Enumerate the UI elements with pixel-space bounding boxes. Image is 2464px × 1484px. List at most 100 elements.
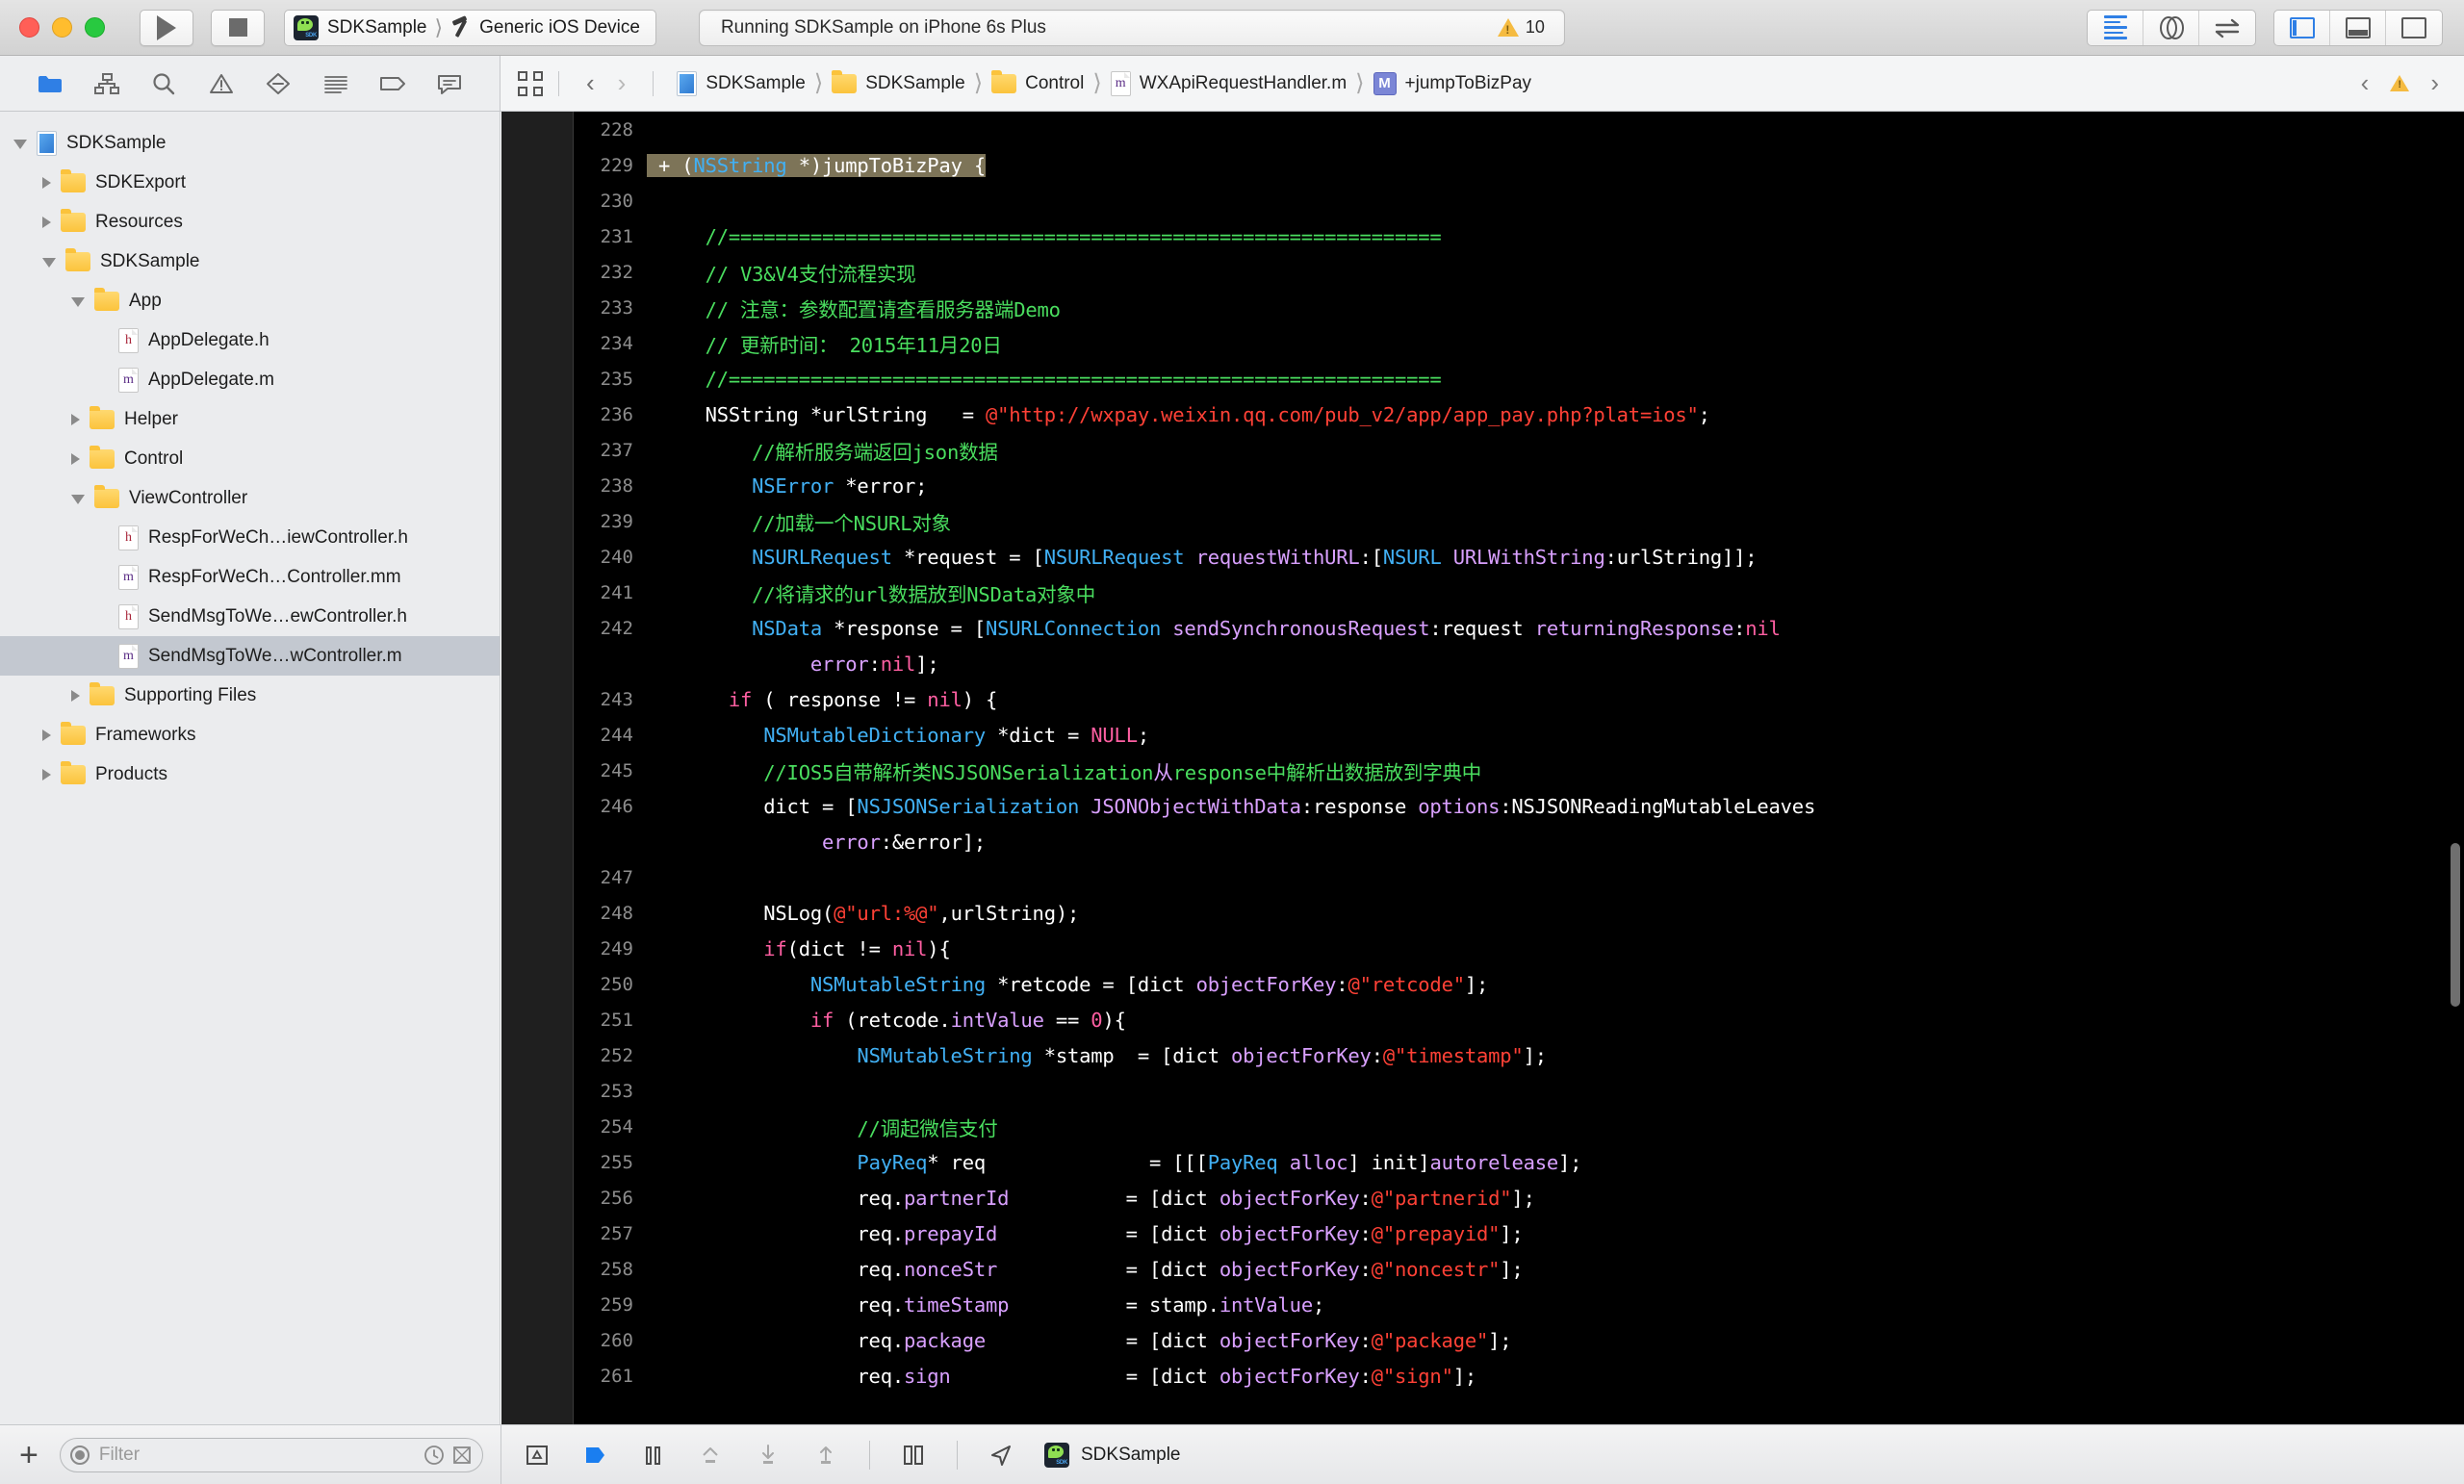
breadcrumb-item-control[interactable]: Control (991, 69, 1084, 94)
tree-row[interactable]: Resources (0, 202, 500, 242)
disclosure-triangle-icon[interactable] (71, 495, 85, 504)
navigate-forward-button[interactable]: › (606, 68, 638, 98)
code-line[interactable]: 247 (575, 859, 2464, 895)
code-line[interactable]: 248 NSLog(@"url:%@",urlString); (575, 895, 2464, 931)
code-line[interactable]: 258 req.nonceStr = [dict objectForKey:@"… (575, 1251, 2464, 1287)
tree-row[interactable]: h AppDelegate.h (0, 320, 500, 360)
navigate-back-button[interactable]: ‹ (575, 68, 606, 98)
disclosure-triangle-icon[interactable] (42, 258, 56, 268)
code-line[interactable]: 228 (575, 112, 2464, 147)
tree-row[interactable]: Supporting Files (0, 676, 500, 715)
warning-triangle-icon[interactable] (2390, 75, 2410, 91)
source-control-filter-icon[interactable] (451, 1445, 473, 1466)
tree-row[interactable]: App (0, 281, 500, 320)
code-line[interactable]: 241 //将请求的url数据放到NSData对象中 (575, 575, 2464, 610)
filter-field[interactable]: Filter (59, 1437, 483, 1472)
breadcrumb-item-project[interactable]: SDKSample (677, 70, 806, 96)
disclosure-triangle-icon[interactable] (42, 216, 51, 228)
test-navigator-icon[interactable] (262, 69, 295, 98)
code-line[interactable]: 254 //调起微信支付 (575, 1109, 2464, 1144)
tree-row[interactable]: SDKExport (0, 163, 500, 202)
next-issue-button[interactable]: › (2430, 68, 2439, 98)
breadcrumb-item-method[interactable]: M +jumpToBizPay (1373, 71, 1531, 95)
tree-row[interactable]: SDKSample (0, 123, 500, 163)
stop-button[interactable] (211, 9, 265, 46)
run-button[interactable] (140, 9, 193, 46)
code-line[interactable]: 242 NSData *response = [NSURLConnection … (575, 610, 2464, 646)
code-line[interactable]: 252 NSMutableString *stamp = [dict objec… (575, 1037, 2464, 1073)
code-line[interactable]: 240 NSURLRequest *request = [NSURLReques… (575, 539, 2464, 575)
report-navigator-icon[interactable] (433, 69, 466, 98)
scheme-selector[interactable]: SDK SDKSample ⟩ Generic iOS Device (284, 9, 656, 46)
version-editor-button[interactable] (2199, 11, 2255, 45)
close-window-button[interactable] (19, 17, 39, 38)
code-line[interactable]: 249 if(dict != nil){ (575, 931, 2464, 966)
code-line[interactable]: 231 //==================================… (575, 218, 2464, 254)
code-line[interactable]: 251 if (retcode.intValue == 0){ (575, 1002, 2464, 1037)
tree-row[interactable]: Helper (0, 399, 500, 439)
minimize-window-button[interactable] (52, 17, 72, 38)
code-line[interactable]: error:nil]; (575, 646, 2464, 681)
toggle-debug-button[interactable] (2330, 10, 2386, 45)
assistant-editor-button[interactable] (2143, 10, 2199, 45)
step-into-icon[interactable] (754, 1441, 783, 1470)
tree-row[interactable]: Control (0, 439, 500, 478)
add-file-button[interactable]: + (19, 1439, 38, 1471)
code-line[interactable]: 233 // 注意：参数配置请查看服务器端Demo (575, 290, 2464, 325)
code-line[interactable]: 260 req.package = [dict objectForKey:@"p… (575, 1322, 2464, 1358)
continue-execution-icon[interactable] (580, 1441, 609, 1470)
tree-row[interactable]: m SendMsgToWe…wController.m (0, 636, 500, 676)
debug-process[interactable]: SDK SDKSample (1044, 1442, 1181, 1468)
code-line[interactable]: 244 NSMutableDictionary *dict = NULL; (575, 717, 2464, 753)
tree-row[interactable]: m AppDelegate.m (0, 360, 500, 399)
disclosure-triangle-icon[interactable] (42, 176, 51, 189)
find-navigator-icon[interactable] (147, 69, 180, 98)
code-line[interactable]: 256 req.partnerId = [dict objectForKey:@… (575, 1180, 2464, 1215)
code-line[interactable]: 236 NSString *urlString = @"http://wxpay… (575, 397, 2464, 432)
standard-editor-button[interactable] (2088, 10, 2143, 45)
code-line[interactable]: error:&error]; (575, 824, 2464, 859)
view-hierarchy-icon[interactable] (899, 1441, 928, 1470)
code-line[interactable]: 239 //加载一个NSURL对象 (575, 503, 2464, 539)
code-line[interactable]: 261 req.sign = [dict objectForKey:@"sign… (575, 1358, 2464, 1394)
related-items-icon[interactable] (518, 70, 543, 96)
code-line[interactable]: 237 //解析服务端返回json数据 (575, 432, 2464, 468)
code-line[interactable]: 245 //IOS5自带解析类NSJSONSerialization从respo… (575, 753, 2464, 788)
step-out-icon[interactable] (811, 1441, 840, 1470)
editor-scrollbar[interactable] (2451, 843, 2460, 1007)
code-line[interactable]: 255 PayReq* req = [[[PayReq alloc] init]… (575, 1144, 2464, 1180)
tree-row[interactable]: h RespForWeCh…iewController.h (0, 518, 500, 557)
tree-row[interactable]: Frameworks (0, 715, 500, 755)
code-line[interactable]: 230 (575, 183, 2464, 218)
disclosure-triangle-icon[interactable] (13, 140, 27, 149)
previous-issue-button[interactable]: ‹ (2361, 68, 2370, 98)
tree-row[interactable]: m RespForWeCh…Controller.mm (0, 557, 500, 597)
code-line[interactable]: 257 req.prepayId = [dict objectForKey:@"… (575, 1215, 2464, 1251)
issue-navigator-icon[interactable] (205, 69, 238, 98)
debug-navigator-icon[interactable] (320, 69, 352, 98)
warning-indicator[interactable]: 10 (1497, 17, 1545, 38)
code-line[interactable]: 259 req.timeStamp = stamp.intValue; (575, 1287, 2464, 1322)
breadcrumb-item-group[interactable]: SDKSample (832, 69, 965, 94)
disclosure-triangle-icon[interactable] (42, 729, 51, 741)
simulate-location-icon[interactable] (987, 1441, 1015, 1470)
tree-row[interactable]: Products (0, 755, 500, 794)
code-content[interactable]: 228 229 + (NSString *)jumpToBizPay {230 2… (575, 112, 2464, 1424)
toggle-utilities-button[interactable] (2386, 11, 2442, 45)
breadcrumb-item-file[interactable]: m WXApiRequestHandler.m (1110, 70, 1347, 96)
step-over-icon[interactable] (696, 1441, 725, 1470)
code-line[interactable]: 229 + (NSString *)jumpToBizPay { (575, 147, 2464, 183)
toggle-navigator-button[interactable] (2274, 10, 2330, 45)
code-line[interactable]: 238 NSError *error; (575, 468, 2464, 503)
symbol-navigator-icon[interactable] (90, 69, 123, 98)
project-navigator-icon[interactable] (34, 69, 66, 98)
tree-row[interactable]: SDKSample (0, 242, 500, 281)
pause-icon[interactable] (638, 1441, 667, 1470)
tree-row[interactable]: h SendMsgToWe…ewController.h (0, 597, 500, 636)
code-line[interactable]: 232 // V3&V4支付流程实现 (575, 254, 2464, 290)
code-line[interactable]: 243 if ( response != nil) { (575, 681, 2464, 717)
code-line[interactable]: 235 //==================================… (575, 361, 2464, 397)
code-line[interactable]: 250 NSMutableString *retcode = [dict obj… (575, 966, 2464, 1002)
code-line[interactable]: 234 // 更新时间： 2015年11月20日 (575, 325, 2464, 361)
code-line[interactable]: 246 dict = [NSJSONSerialization JSONObje… (575, 788, 2464, 824)
